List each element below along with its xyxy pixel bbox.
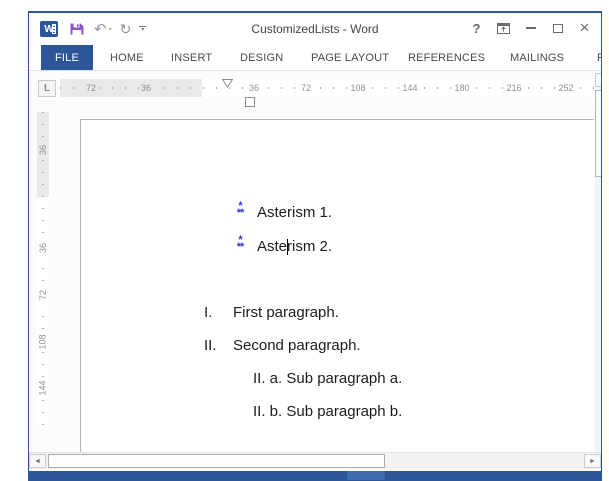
ribbon-tab-bar: FILE HOME INSERT DESIGN PAGE LAYOUT REFE… bbox=[29, 45, 601, 71]
sub-list-item-1[interactable]: II. a. Sub paragraph a. bbox=[253, 370, 402, 387]
ruler-number: 36 bbox=[37, 140, 49, 160]
ruler-number: 144 bbox=[400, 82, 420, 94]
bullet-item-1[interactable]: Asterism 1. bbox=[257, 204, 332, 221]
ruler-number: 72 bbox=[298, 82, 314, 94]
vertical-scrollbar-thumb[interactable] bbox=[595, 90, 601, 177]
window-controls: ? × bbox=[463, 13, 598, 43]
close-button[interactable]: × bbox=[571, 17, 598, 39]
left-indent-marker[interactable] bbox=[245, 97, 255, 107]
scroll-left-button[interactable]: ◄ bbox=[29, 454, 46, 468]
help-button[interactable]: ? bbox=[463, 17, 490, 39]
tab-design[interactable]: DESIGN bbox=[226, 45, 297, 70]
ruler-number: 72 bbox=[37, 285, 49, 305]
vertical-scrollbar[interactable] bbox=[595, 73, 601, 452]
document-page[interactable]: * ** Asterism 1. * ** Asterism 2. I. Fir… bbox=[80, 119, 594, 452]
asterism-bullet-icon: * ** bbox=[236, 200, 245, 219]
ruler-number: 36 bbox=[246, 82, 262, 94]
tab-references[interactable]: REFERENCES bbox=[394, 45, 499, 70]
ribbon-display-options-button[interactable] bbox=[490, 17, 517, 39]
ruler-number: 36 bbox=[37, 238, 49, 258]
first-line-indent-marker[interactable] bbox=[222, 79, 233, 88]
ruler-number: 144 bbox=[37, 378, 49, 398]
list-number: II. bbox=[204, 337, 217, 354]
tab-insert[interactable]: INSERT bbox=[157, 45, 226, 70]
arrow-right-icon: ► bbox=[589, 457, 596, 465]
screen: W ↶ ▾ ↻ ▾ CustomizedLists - Word ? × FIL… bbox=[0, 0, 609, 481]
tab-review[interactable]: REVIEW bbox=[583, 45, 601, 70]
chevron-down-icon: ▾ bbox=[108, 26, 112, 33]
minimize-icon bbox=[525, 27, 536, 29]
list-number: I. bbox=[204, 304, 213, 321]
ruler-number: 216 bbox=[504, 82, 524, 94]
title-bar: W ↶ ▾ ↻ ▾ CustomizedLists - Word ? × bbox=[29, 13, 601, 45]
window-title: CustomizedLists - Word bbox=[251, 22, 379, 36]
vertical-ruler[interactable]: 36 36 72 108 144 bbox=[37, 112, 49, 428]
word-logo-page bbox=[52, 24, 56, 34]
ruler-number: 108 bbox=[37, 332, 49, 352]
vertical-scrollbar-top-button[interactable] bbox=[595, 73, 601, 87]
tab-home[interactable]: HOME bbox=[96, 45, 158, 70]
maximize-icon bbox=[552, 23, 563, 33]
horizontal-scrollbar-thumb[interactable] bbox=[48, 454, 385, 468]
document-workspace: L 72 36 36 72 108 144 180 216 252 36 36 … bbox=[29, 71, 601, 480]
save-icon bbox=[70, 23, 84, 35]
list-item-1[interactable]: First paragraph. bbox=[233, 304, 339, 321]
customize-quick-access-button[interactable]: ▾ bbox=[139, 18, 147, 40]
quick-access-toolbar: W ↶ ▾ ↻ ▾ bbox=[40, 13, 147, 45]
word-app-icon[interactable]: W bbox=[40, 21, 58, 37]
tab-page-layout[interactable]: PAGE LAYOUT bbox=[297, 45, 403, 70]
undo-icon: ↶ bbox=[94, 21, 107, 38]
bullet-item-2[interactable]: Asterism 2. bbox=[257, 238, 332, 255]
ruler-number: 252 bbox=[556, 82, 576, 94]
chevron-down-icon: ▾ bbox=[141, 27, 145, 33]
maximize-button[interactable] bbox=[544, 17, 571, 39]
sub-list-item-2[interactable]: II. b. Sub paragraph b. bbox=[253, 403, 402, 420]
list-item-2[interactable]: Second paragraph. bbox=[233, 337, 361, 354]
horizontal-scrollbar[interactable]: ◄ ► bbox=[29, 452, 601, 469]
word-window: W ↶ ▾ ↻ ▾ CustomizedLists - Word ? × FIL… bbox=[28, 11, 602, 481]
ruler-number: 180 bbox=[452, 82, 472, 94]
ribbon-display-options-icon bbox=[497, 22, 510, 34]
asterism-bullet-icon: * ** bbox=[236, 234, 245, 253]
status-bar bbox=[29, 471, 601, 480]
save-button[interactable] bbox=[69, 18, 85, 40]
tab-stop-icon: L bbox=[43, 83, 51, 94]
redo-icon: ↻ bbox=[119, 20, 132, 37]
minimize-button[interactable] bbox=[517, 17, 544, 39]
status-bar-section bbox=[347, 471, 385, 480]
tab-stop-selector[interactable]: L bbox=[38, 80, 56, 97]
ruler-number: 36 bbox=[138, 82, 154, 94]
scroll-right-button[interactable]: ► bbox=[584, 454, 601, 468]
undo-button[interactable]: ↶ bbox=[94, 18, 107, 40]
tab-file[interactable]: FILE bbox=[41, 45, 93, 70]
ruler-number: 72 bbox=[83, 82, 99, 94]
horizontal-ruler[interactable]: 72 36 36 72 108 144 180 216 252 bbox=[60, 79, 594, 97]
tab-mailings[interactable]: MAILINGS bbox=[496, 45, 578, 70]
arrow-left-icon: ◄ bbox=[34, 457, 41, 465]
undo-dropdown-button[interactable]: ▾ bbox=[109, 18, 112, 40]
close-icon: × bbox=[579, 18, 590, 37]
ruler-number: 108 bbox=[348, 82, 368, 94]
redo-button[interactable]: ↻ bbox=[120, 18, 132, 40]
help-icon: ? bbox=[472, 20, 481, 36]
